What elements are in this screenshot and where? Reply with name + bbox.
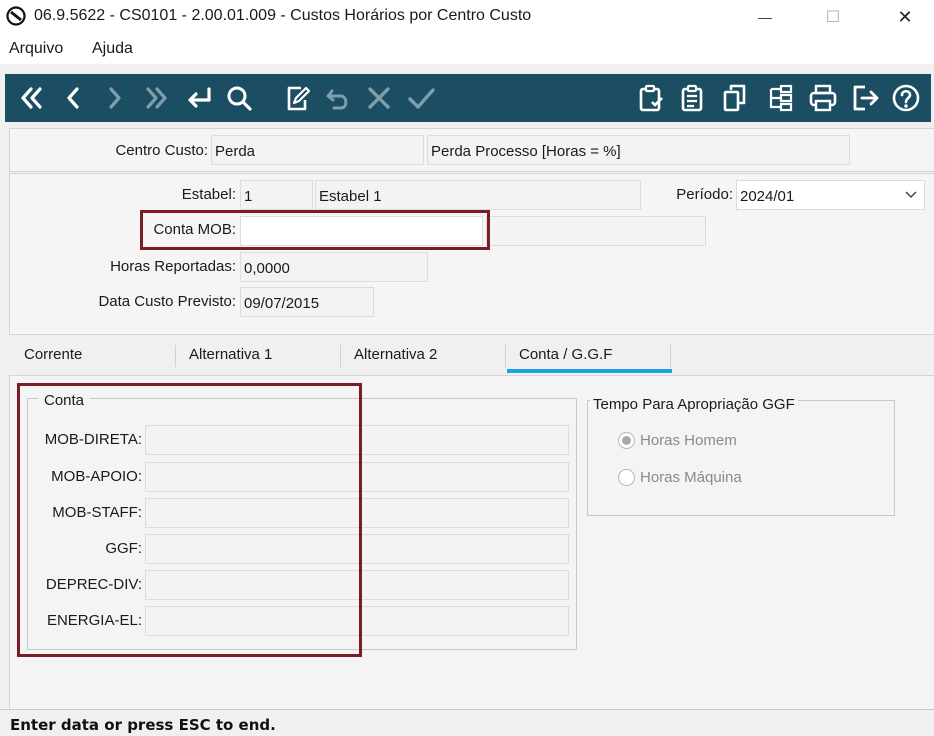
last-icon[interactable] (137, 74, 177, 122)
centro-custo-field[interactable]: Perda (211, 135, 424, 165)
minimize-button[interactable]: — (742, 0, 788, 34)
return-icon[interactable] (179, 74, 219, 122)
previous-icon[interactable] (53, 74, 93, 122)
cancel-icon[interactable] (359, 74, 399, 122)
first-icon[interactable] (11, 74, 51, 122)
data-custo-label: Data Custo Previsto: (98, 293, 236, 310)
tab-separator (670, 345, 671, 367)
active-tab-indicator (507, 369, 672, 373)
exit-icon[interactable] (845, 74, 885, 122)
tab-separator (340, 345, 341, 367)
horas-reportadas-field[interactable]: 0,0000 (240, 252, 428, 282)
next-icon[interactable] (95, 74, 135, 122)
search-icon[interactable] (219, 74, 259, 122)
close-icon: ✕ (897, 6, 913, 27)
horas-reportadas-label: Horas Reportadas: (110, 258, 236, 275)
confirm-icon[interactable] (401, 74, 441, 122)
copy-icon[interactable] (714, 74, 754, 122)
conta-group-highlight (17, 383, 362, 657)
status-message: Enter data or press ESC to end. (10, 716, 276, 734)
conta-mob-description (486, 216, 706, 246)
tab-conta-ggf[interactable]: Conta / G.G.F (519, 346, 612, 363)
clipboard-check-icon[interactable] (630, 74, 670, 122)
minimize-icon: — (758, 9, 772, 25)
tree-icon[interactable] (761, 74, 801, 122)
menu-ajuda[interactable]: Ajuda (92, 40, 133, 58)
periodo-select[interactable]: 2024/01 (736, 180, 925, 210)
ggf-group-title: Tempo Para Apropriação GGF (590, 396, 798, 413)
centro-custo-description: Perda Processo [Horas = %] (427, 135, 850, 165)
tab-separator (175, 345, 176, 367)
periodo-label: Período: (676, 186, 733, 203)
close-button[interactable]: ✕ (882, 0, 928, 34)
horas-homem-label: Horas Homem (640, 432, 737, 449)
help-icon[interactable] (886, 74, 926, 122)
app-icon (6, 6, 26, 26)
ggf-group (587, 400, 895, 516)
menu-arquivo[interactable]: Arquivo (9, 40, 63, 58)
estabel-description: Estabel 1 (315, 180, 641, 210)
edit-icon[interactable] (277, 74, 317, 122)
menu-bar (0, 34, 934, 64)
tab-corrente[interactable]: Corrente (24, 346, 82, 363)
data-custo-field[interactable]: 09/07/2015 (240, 287, 374, 317)
chevron-down-icon (904, 187, 918, 205)
horas-homem-radio[interactable] (618, 432, 635, 449)
undo-icon[interactable] (318, 74, 358, 122)
tab-separator (505, 345, 506, 367)
clipboard-list-icon[interactable] (672, 74, 712, 122)
maximize-button[interactable]: ☐ (810, 0, 856, 34)
tab-alternativa-2[interactable]: Alternativa 2 (354, 346, 437, 363)
horas-maquina-radio[interactable] (618, 469, 635, 486)
estabel-label: Estabel: (181, 186, 236, 203)
window-title: 06.9.5622 - CS0101 - 2.00.01.009 - Custo… (34, 7, 532, 24)
estabel-field[interactable]: 1 (240, 180, 313, 210)
centro-custo-label: Centro Custo: (115, 142, 208, 159)
print-icon[interactable] (803, 74, 843, 122)
horas-maquina-label: Horas Máquina (640, 469, 742, 486)
periodo-value: 2024/01 (740, 188, 795, 205)
toolbar (5, 74, 931, 122)
conta-mob-highlight (140, 210, 490, 250)
tab-alternativa-1[interactable]: Alternativa 1 (189, 346, 272, 363)
maximize-icon: ☐ (825, 9, 841, 26)
